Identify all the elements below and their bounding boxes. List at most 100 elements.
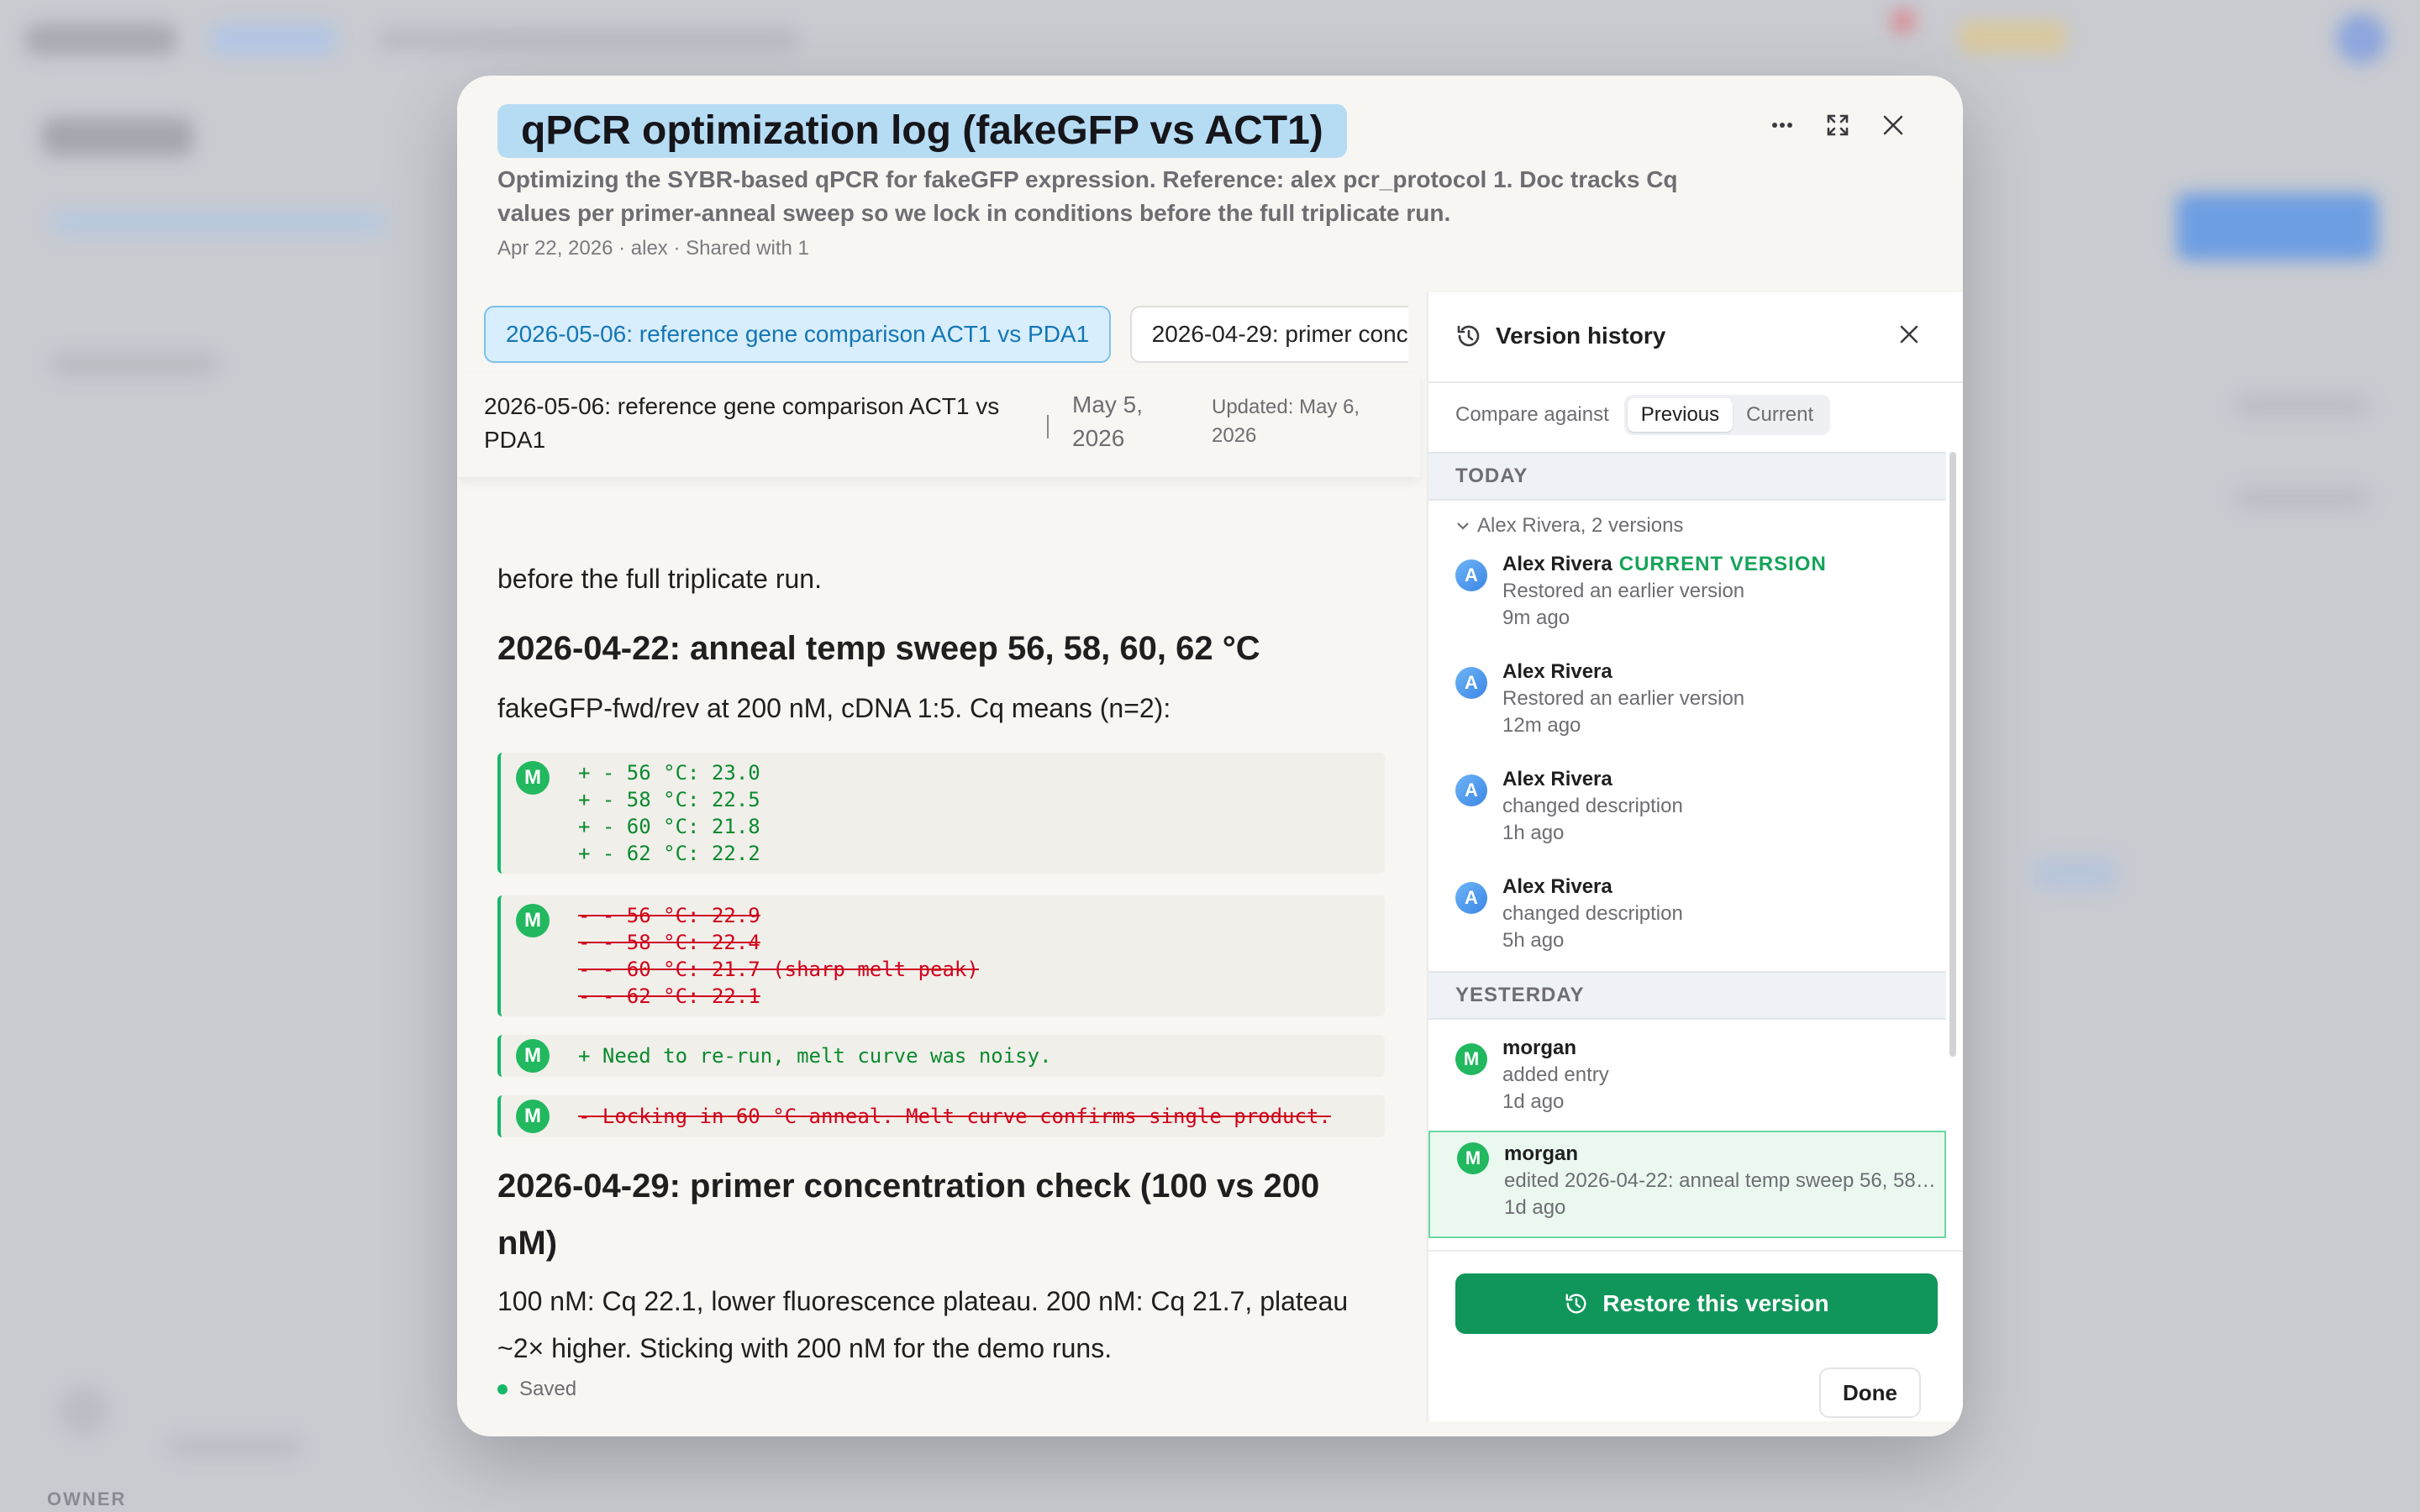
section-text-primer-check-wrap: ~2× higher. Sticking with 200 nM for the… (497, 1333, 1113, 1363)
restore-version-button[interactable]: Restore this version (1455, 1273, 1938, 1334)
diff-lines: - - 56 °C: 22.9 - - 58 °C: 22.4 - - 60 °… (578, 902, 979, 1010)
version-author-name: Alex Rivera (1502, 660, 1612, 683)
day-header-yesterday: YESTERDAY (1428, 971, 1946, 1020)
version-author: Alex Rivera CURRENT VERSION (1502, 551, 1827, 578)
restore-version-label: Restore this version (1602, 1290, 1829, 1316)
version-author-name: Alex Rivera (1502, 875, 1612, 898)
section-text-primer-check: 100 nM: Cq 22.1, lower fluorescence plat… (497, 1286, 1349, 1316)
done-button[interactable]: Done (1819, 1368, 1921, 1418)
compare-toggle: Previous Current (1623, 395, 1831, 435)
version-author-name: Alex Rivera (1502, 553, 1612, 575)
current-entry-updated: Updated: May 6, 2026 (1212, 396, 1360, 447)
diff-line-added: + Need to re-run, melt curve was noisy. (578, 1044, 1052, 1068)
author-badge: M (516, 1100, 550, 1133)
document-title[interactable]: qPCR optimization log (fakeGFP vs ACT1) (497, 104, 1347, 158)
compare-previous-option[interactable]: Previous (1627, 398, 1733, 432)
avatar: A (1455, 559, 1487, 591)
version-item[interactable]: A Alex Rivera changed description 1h ago (1428, 766, 1946, 874)
header-actions (1766, 109, 1909, 141)
version-history-panel: Version history Compare against Previous… (1427, 292, 1963, 1421)
author-badge: M (516, 904, 550, 937)
version-action: Restored an earlier version (1502, 687, 1745, 710)
version-time: 9m ago (1502, 606, 1570, 629)
diff-line-removed: - Locking in 60 °C anneal. Melt curve co… (578, 1105, 1331, 1128)
diff-line-removed: - - 60 °C: 21.7 (sharp melt peak) (578, 958, 979, 981)
expand-button[interactable] (1822, 109, 1854, 141)
diff-line-added: + - 60 °C: 21.8 (578, 815, 760, 838)
save-status: Saved (497, 1378, 576, 1401)
diff-line-added: + - 62 °C: 22.2 (578, 842, 760, 865)
history-icon (1457, 325, 1480, 347)
version-time: 1h ago (1502, 822, 1565, 844)
version-list: TODAY Alex Rivera, 2 versions A Alex Riv… (1428, 452, 1963, 1242)
version-item[interactable]: A Alex Rivera CURRENT VERSION Restored an… (1428, 551, 1946, 659)
chevron-down-icon (1457, 522, 1469, 530)
author-badge: M (516, 761, 550, 795)
version-action: changed description (1502, 902, 1683, 925)
section-heading-primer-check-wrap: nM) (497, 1225, 558, 1262)
avatar: A (1455, 667, 1487, 699)
section-heading-primer-check: 2026-04-29: primer concentration check (… (497, 1168, 1320, 1205)
avatar: M (1455, 1043, 1487, 1075)
version-item[interactable]: A Alex Rivera changed description 5h ago (1428, 874, 1946, 981)
version-time: 5h ago (1502, 929, 1565, 952)
section-heading-anneal-sweep: 2026-04-22: anneal temp sweep 56, 58, 60… (497, 630, 1260, 667)
close-modal-button[interactable] (1877, 109, 1909, 141)
document-body: 2026-05-06: reference gene comparison AC… (457, 292, 1427, 1420)
diff-line-added: + - 58 °C: 22.5 (578, 788, 760, 811)
diff-block-removed-note[interactable]: M - Locking in 60 °C anneal. Melt curve … (497, 1095, 1385, 1137)
avatar: A (1455, 774, 1487, 806)
entry-tabs: 2026-05-06: reference gene comparison AC… (484, 306, 1408, 363)
version-item[interactable]: M morgan added entry 1d ago (1428, 1035, 1946, 1142)
diff-lines: + Need to re-run, melt curve was noisy. (578, 1042, 1052, 1069)
version-time: 12m ago (1502, 714, 1581, 737)
more-options-button[interactable] (1766, 109, 1798, 141)
diff-block-removed[interactable]: M - - 56 °C: 22.9 - - 58 °C: 22.4 - - 60… (497, 895, 1385, 1016)
divider (1047, 415, 1049, 438)
compare-current-option[interactable]: Current (1733, 398, 1827, 432)
version-author-name: Alex Rivera (1502, 768, 1612, 790)
tab-primer-concentration-check[interactable]: 2026-04-29: primer concentration check (… (1129, 306, 1408, 363)
save-status-label: Saved (519, 1378, 577, 1400)
diff-line-added: + - 56 °C: 23.0 (578, 761, 760, 785)
version-history-header: Version history (1428, 292, 1963, 383)
diff-block-added[interactable]: M + - 56 °C: 23.0 + - 58 °C: 22.5 + - 60… (497, 753, 1385, 874)
compare-control: Compare against Previous Current (1455, 395, 1831, 435)
avatar: M (1457, 1142, 1489, 1174)
diff-line-removed: - - 62 °C: 22.1 (578, 984, 760, 1008)
expand-icon (1827, 114, 1849, 136)
close-icon (1883, 115, 1903, 135)
version-action: changed description (1502, 795, 1683, 817)
version-time: 1d ago (1502, 1090, 1565, 1113)
version-action: edited 2026-04-22: anneal temp sweep 56,… (1504, 1169, 1941, 1192)
section-text-anneal-sweep: fakeGFP-fwd/rev at 200 nM, cDNA 1:5. Cq … (497, 693, 1171, 723)
version-time: 1d ago (1504, 1196, 1566, 1219)
status-dot (497, 1384, 508, 1394)
avatar: A (1455, 882, 1487, 914)
intro-text-tail: before the full triplicate run. (497, 564, 822, 594)
version-history-footer: Restore this version (1428, 1250, 1963, 1351)
current-entry-header: 2026-05-06: reference gene comparison AC… (457, 373, 1420, 477)
diff-line-removed: - - 56 °C: 22.9 (578, 904, 760, 927)
version-action: Restored an earlier version (1502, 580, 1745, 602)
diff-block-added-note[interactable]: M + Need to re-run, melt curve was noisy… (497, 1035, 1385, 1077)
version-group-toggle[interactable]: Alex Rivera, 2 versions (1455, 514, 1683, 538)
version-history-title: Version history (1496, 323, 1666, 349)
close-version-history-icon[interactable] (1899, 324, 1919, 344)
version-group-label: Alex Rivera, 2 versions (1477, 514, 1684, 537)
diff-line-removed: - - 58 °C: 22.4 (578, 931, 760, 954)
history-icon (1565, 1294, 1586, 1314)
version-item-selected[interactable]: M morgan edited 2026-04-22: anneal temp … (1428, 1131, 1946, 1238)
document-description[interactable]: Optimizing the SYBR-based qPCR for fakeG… (497, 163, 1724, 230)
version-author-name: morgan (1502, 1037, 1577, 1059)
version-item[interactable]: A Alex Rivera Restored an earlier versio… (1428, 659, 1946, 766)
diff-lines: + - 56 °C: 23.0 + - 58 °C: 22.5 + - 60 °… (578, 759, 760, 867)
version-author-name: morgan (1504, 1142, 1579, 1165)
document-meta: Apr 22, 2026 · alex · Shared with 1 (497, 237, 809, 260)
more-horizontal-icon (1772, 123, 1792, 128)
compare-label: Compare against (1455, 403, 1609, 426)
owner-label: OWNER (47, 1488, 127, 1509)
version-list-scrollbar[interactable] (1949, 452, 1956, 1057)
tab-reference-gene-comparison[interactable]: 2026-05-06: reference gene comparison AC… (484, 306, 1112, 363)
document-modal: qPCR optimization log (fakeGFP vs ACT1) … (457, 76, 1963, 1436)
